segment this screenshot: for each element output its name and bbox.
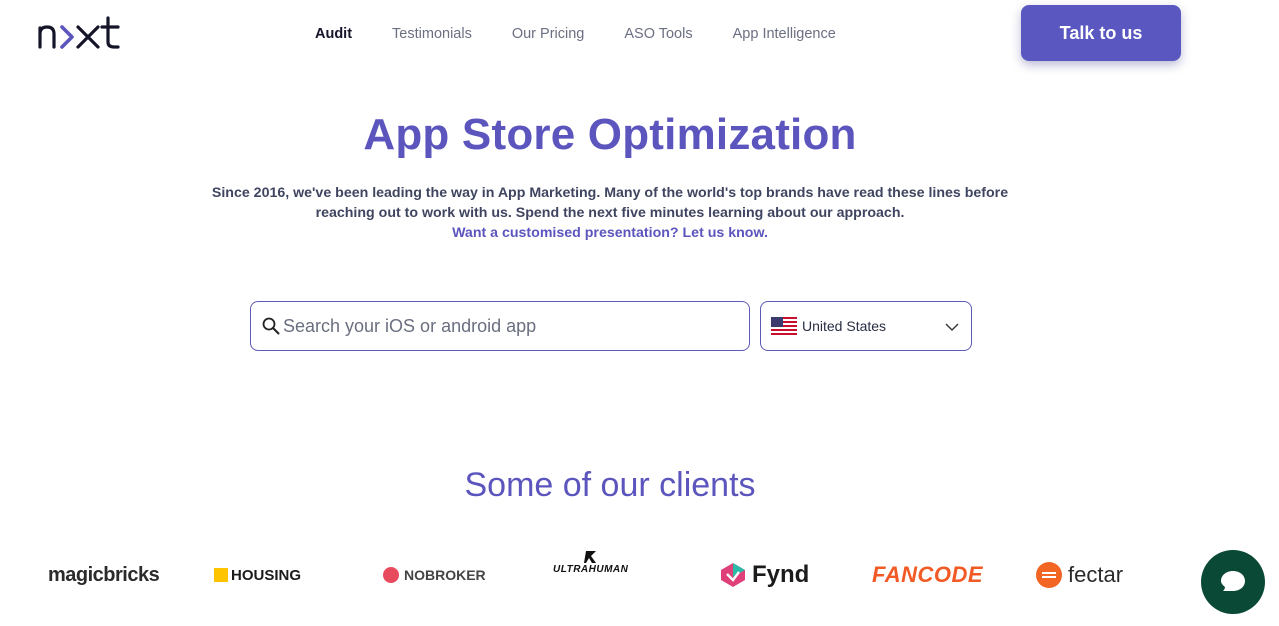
client-logo-ultrahuman: ULTRAHUMAN (553, 550, 628, 600)
fectar-wordmark: fectar (1068, 562, 1124, 587)
search-icon (262, 317, 280, 335)
client-logos: magicbricks HOUSING NOBROKER ULTRAHUMAN … (0, 550, 1279, 600)
hero-subtitle: Since 2016, we've been leading the way i… (200, 183, 1020, 223)
nav-aso-tools[interactable]: ASO Tools (624, 26, 692, 42)
chat-widget-button[interactable] (1201, 550, 1265, 614)
ultrahuman-icon (583, 551, 596, 563)
nxt-logo-mark (38, 16, 120, 49)
housing-wordmark: HOUSING (231, 566, 302, 584)
customised-presentation-link[interactable]: Want a customised presentation? Let us k… (200, 223, 1020, 243)
country-select-value: United States (802, 318, 887, 334)
fectar-icon (1036, 562, 1062, 588)
page-title: App Store Optimization (363, 110, 857, 159)
us-flag-icon (771, 317, 797, 335)
brand-logo[interactable] (38, 14, 130, 50)
client-logo-fectar: fectar (1036, 550, 1123, 600)
main-nav: Audit Testimonials Our Pricing ASO Tools… (315, 24, 876, 44)
chevron-down-icon (945, 323, 959, 331)
housing-icon (214, 568, 228, 582)
talk-to-us-button[interactable]: Talk to us (1021, 5, 1181, 61)
client-logo-magicbricks: magicbricks (48, 550, 160, 600)
fynd-icon (721, 563, 745, 587)
fancode-wordmark: FANCODE (872, 562, 984, 587)
nav-app-intelligence[interactable]: App Intelligence (733, 26, 836, 42)
nav-testimonials[interactable]: Testimonials (392, 26, 472, 42)
client-logo-housing: HOUSING (214, 550, 301, 600)
clients-title: Some of our clients (464, 466, 756, 504)
hero-subtitle-line1: Since 2016, we've been leading the way i… (211, 185, 1009, 201)
client-logo-fancode: FANCODE (872, 550, 983, 600)
fynd-wordmark: Fynd (752, 561, 810, 588)
chat-bubble-icon (1221, 571, 1245, 591)
search-input[interactable] (283, 315, 723, 337)
app-search-box[interactable] (250, 301, 750, 351)
client-logo-nobroker: NOBROKER (383, 550, 486, 600)
magicbricks-wordmark: magicbricks (48, 563, 160, 586)
client-logo-fynd: Fynd (718, 550, 809, 600)
hero-subtitle-line2: reaching out to work with us. Spend the … (315, 205, 905, 221)
nobroker-icon (383, 567, 399, 583)
nav-our-pricing[interactable]: Our Pricing (512, 26, 585, 42)
ultrahuman-wordmark: ULTRAHUMAN (553, 564, 629, 575)
country-select[interactable]: United States (760, 301, 972, 351)
nobroker-wordmark: NOBROKER (404, 567, 486, 583)
nav-audit[interactable]: Audit (315, 26, 352, 42)
